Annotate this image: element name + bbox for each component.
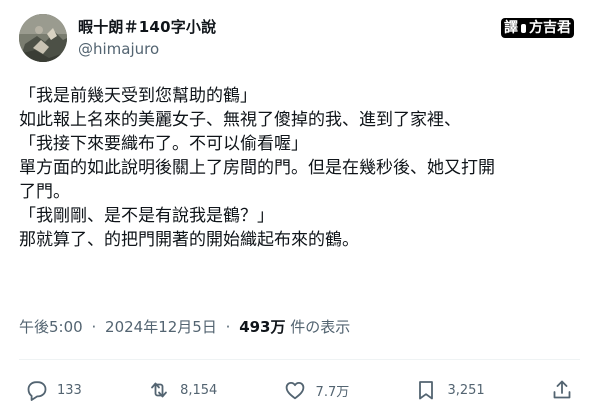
reply-button[interactable]: 133 — [24, 378, 82, 402]
tweet-line: 「我剛剛、是不是有說我是鶴？」 — [19, 206, 274, 226]
like-button[interactable]: 7.7万 — [283, 378, 350, 402]
tweet-line: 「我接下來要織布了。不可以偷看喔」 — [19, 134, 308, 154]
post-date-link[interactable]: 2024年12月5日 — [105, 318, 217, 336]
watermark-right-text: 方吉君 — [529, 20, 571, 36]
watermark-dot — [521, 23, 526, 33]
repost-arrows-icon — [147, 378, 171, 402]
action-bar: 133 8,154 7.7万 3,251 — [24, 377, 574, 403]
views-count[interactable]: 493万 — [239, 318, 285, 336]
watermark-left-text: 譯 — [504, 20, 518, 36]
tweet-meta: 午後5:00 · 2024年12月5日 · 493万 件の表示 — [19, 317, 350, 337]
views-label: 件の表示 — [290, 318, 351, 336]
repost-count: 8,154 — [180, 382, 218, 398]
like-count: 7.7万 — [315, 384, 350, 400]
tweet-line: 了門。 — [19, 182, 70, 202]
speech-bubble-icon — [24, 378, 48, 402]
divider — [19, 359, 580, 360]
translator-watermark: 譯 方吉君 — [501, 18, 574, 38]
avatar-image — [19, 14, 67, 62]
share-upload-icon — [550, 378, 574, 402]
bookmark-button[interactable]: 3,251 — [414, 378, 485, 402]
bookmark-icon — [414, 378, 438, 402]
repost-button[interactable]: 8,154 — [147, 378, 217, 402]
avatar[interactable] — [19, 14, 67, 62]
tweet-line: 如此報上名來的美麗女子、無視了傻掉的我、進到了家裡、 — [19, 110, 461, 130]
post-time-link[interactable]: 午後5:00 — [19, 318, 83, 336]
tweet-header: 暇十朗＃140字小說 @himajuro — [19, 14, 216, 62]
tweet-line: 那就算了、的把門開著的開始織起布來的鶴。 — [19, 230, 359, 250]
meta-separator: · — [91, 318, 97, 336]
share-button[interactable] — [550, 378, 574, 402]
bookmark-count: 3,251 — [447, 382, 485, 398]
reply-count: 133 — [57, 382, 82, 398]
author-display-name[interactable]: 暇十朗＃140字小說 — [78, 17, 216, 37]
tweet-line: 單方面的如此說明後關上了房間的門。但是在幾秒後、她又打開 — [19, 158, 495, 178]
author-handle[interactable]: @himajuro — [78, 39, 216, 59]
meta-separator: · — [225, 318, 231, 336]
tweet-line: 「我是前幾天受到您幫助的鶴」 — [19, 86, 257, 106]
heart-icon — [283, 378, 307, 402]
tweet-text: 「我是前幾天受到您幫助的鶴」 如此報上名來的美麗女子、無視了傻掉的我、進到了家裡… — [19, 84, 584, 252]
